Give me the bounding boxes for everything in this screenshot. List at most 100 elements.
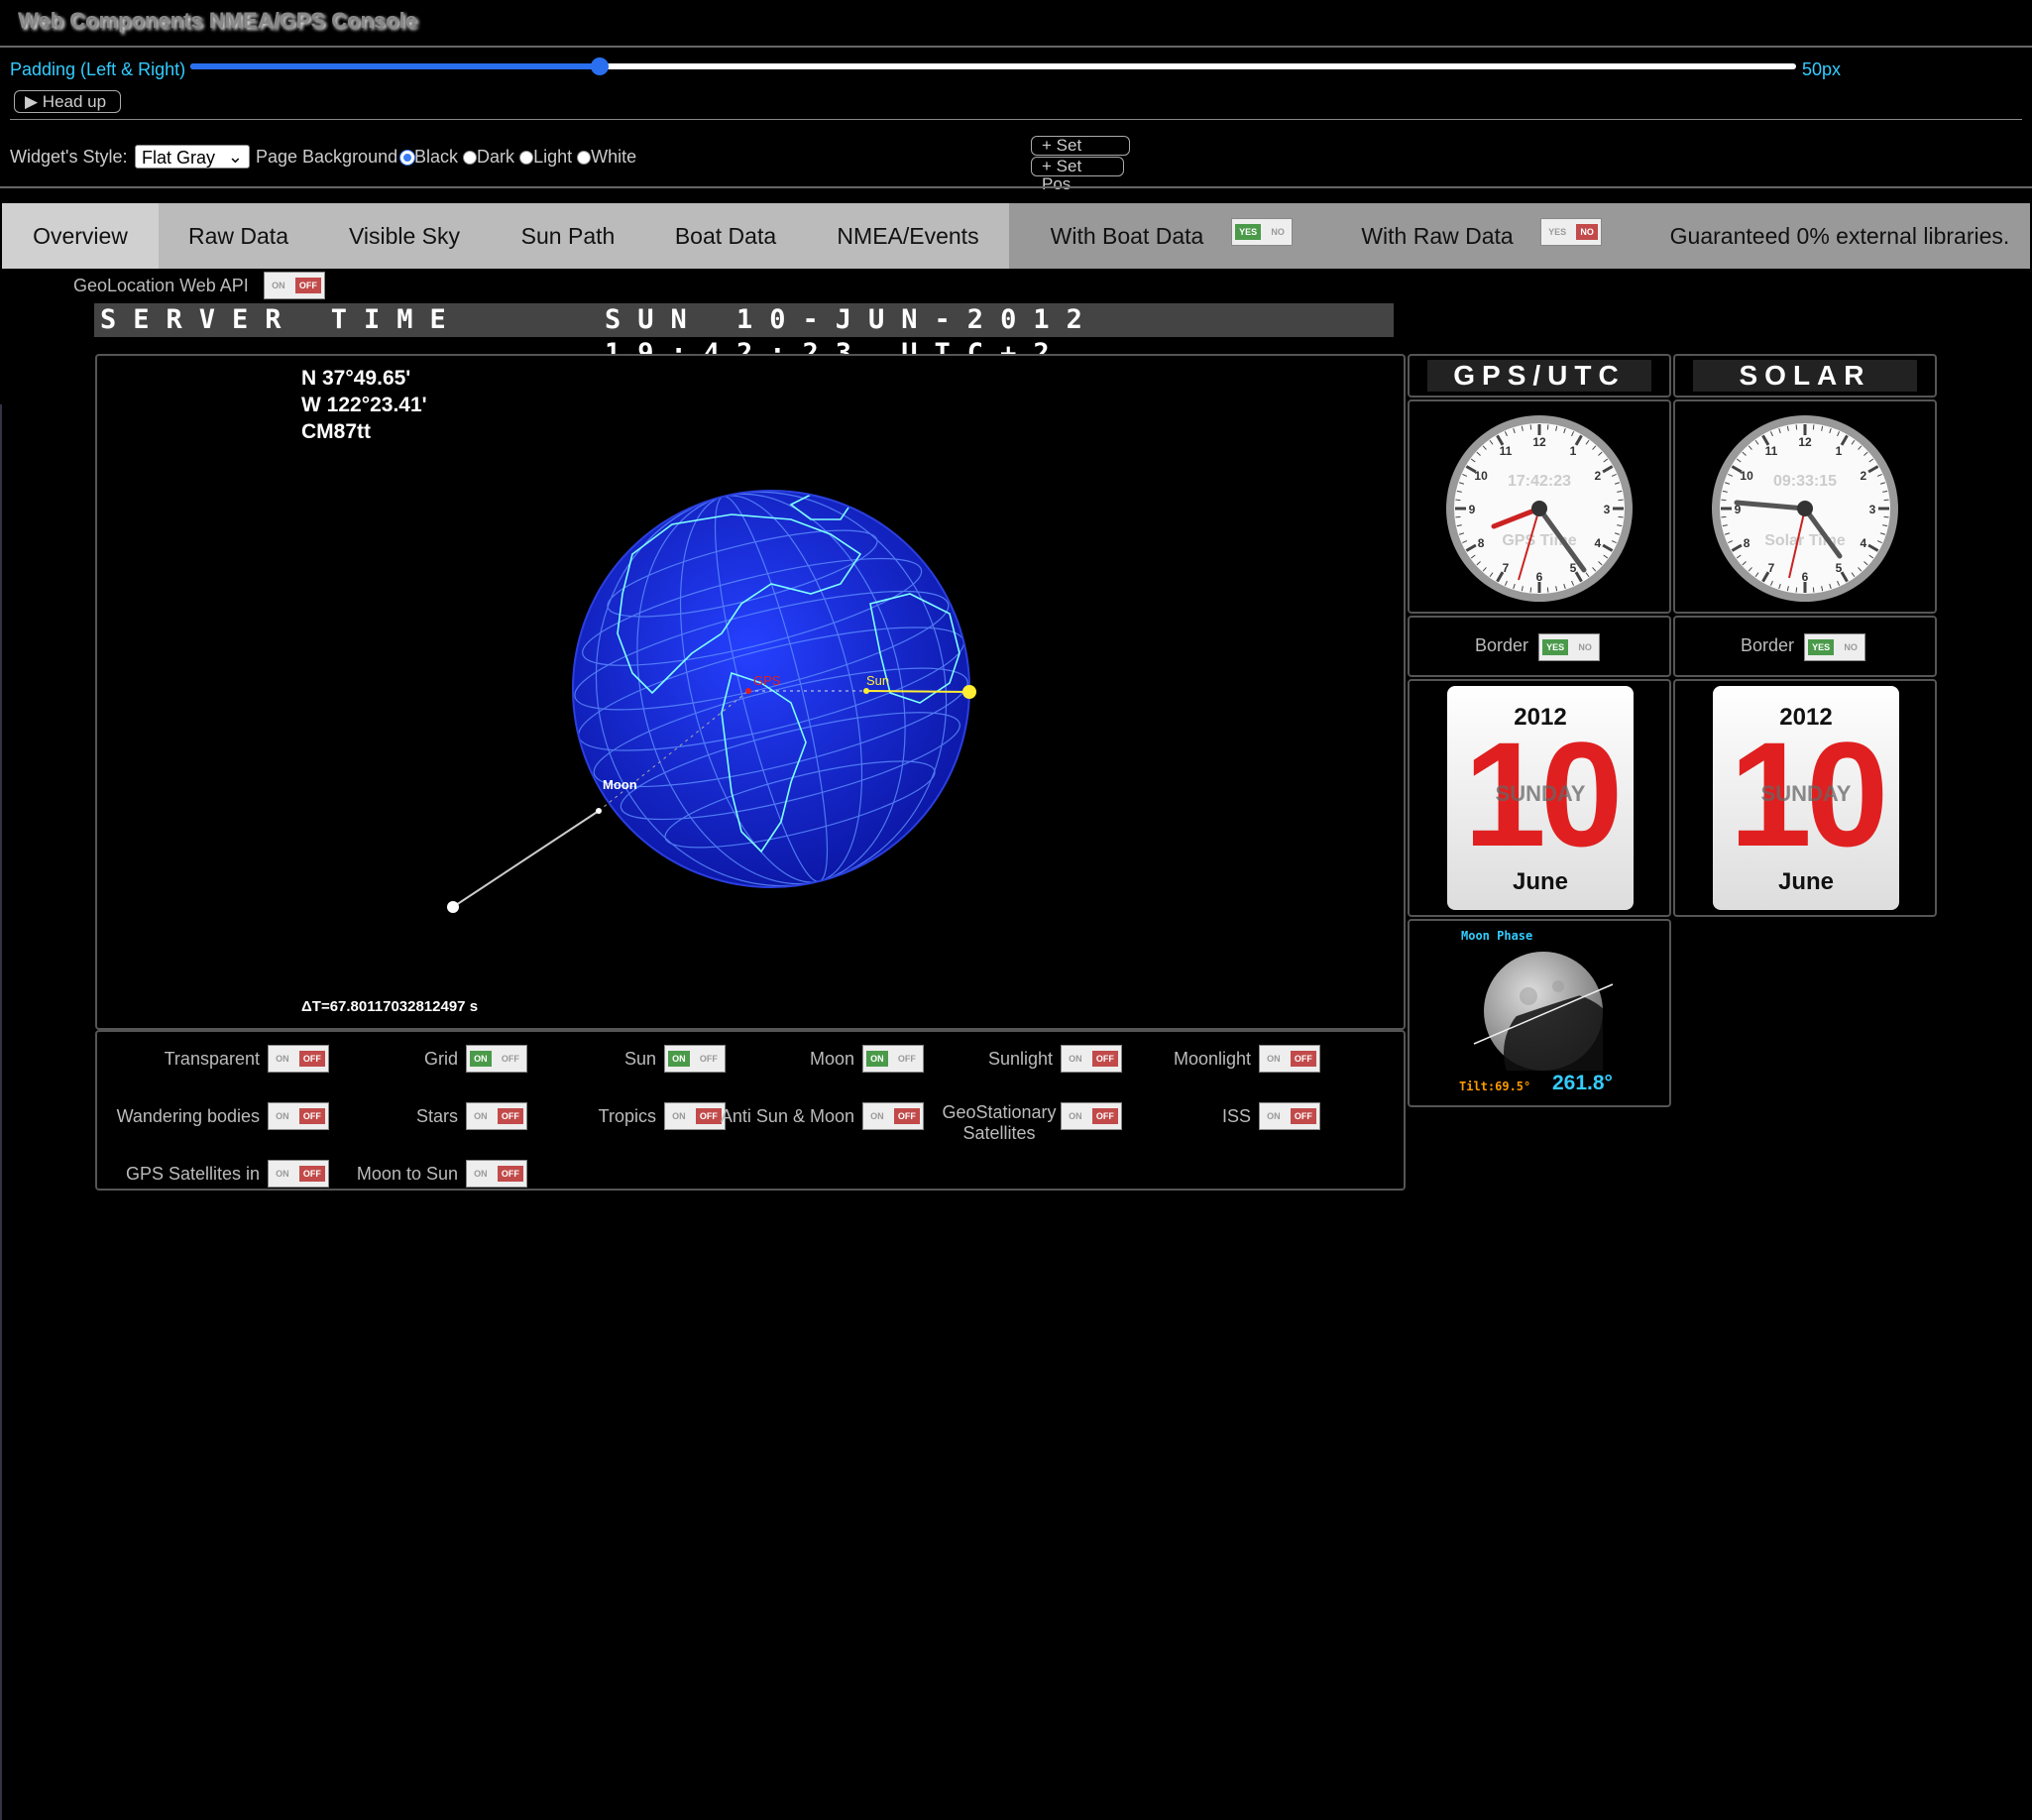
option-toggle[interactable]: ON OFF: [466, 1160, 527, 1188]
calendar-month: June: [1777, 868, 1834, 895]
solar-title: SOLAR: [1693, 360, 1917, 392]
divider: [10, 119, 2022, 120]
solar-header-panel: SOLAR: [1673, 354, 1937, 398]
option-label: GPS Satellites in: [125, 1164, 260, 1184]
option-toggle[interactable]: ON OFF: [862, 1102, 924, 1130]
gps-calendar: 2012 10 SUNDAY June: [1447, 686, 1634, 910]
tab-nmea-events[interactable]: NMEA/Events: [823, 203, 993, 269]
option-toggle[interactable]: ON OFF: [1259, 1102, 1320, 1130]
toggle-off: OFF: [294, 278, 321, 293]
toggle-no: NO: [1576, 224, 1598, 240]
radio-white[interactable]: [577, 151, 592, 166]
option-label: Stars: [415, 1106, 458, 1126]
tab-sun-path[interactable]: Sun Path: [496, 203, 640, 269]
gps-point: [745, 688, 751, 694]
moon-phase-title: Moon Phase: [1461, 929, 1533, 943]
solar-clock-panel: 1 2 3 4 5 6 7 8 9 10 11 12 09:33:15 Solar Time: [1673, 399, 1937, 614]
moon-phase-angle: 261.8°: [1552, 1072, 1613, 1094]
guarantee-text: Guaranteed 0% external libraries.: [1669, 223, 2010, 249]
clock-hour-number: 2: [1595, 469, 1602, 483]
gps-utc-title: GPS/UTC: [1427, 360, 1651, 392]
widget-style-value: Flat Gray: [142, 148, 216, 168]
clock-hour-number: 6: [1536, 570, 1543, 584]
clock-tick: [1455, 515, 1461, 518]
toggle-off: OFF: [1290, 1108, 1316, 1124]
page-background-label: Page Background: [256, 147, 398, 167]
gps-label: GPS: [753, 673, 781, 688]
boat-data-toggle[interactable]: YES NO: [1231, 218, 1293, 246]
solar-border-label: Border: [1741, 635, 1795, 655]
clock-hour-number: 10: [1474, 469, 1488, 483]
toggle-yes: YES: [1542, 639, 1569, 655]
clock-tick: [1883, 499, 1889, 502]
delta-t: ΔT=67.80117032812497 s: [301, 998, 479, 1015]
clock-tick: [1618, 499, 1624, 502]
calendar-weekday: SUNDAY: [1760, 781, 1852, 806]
toggle-no: NO: [1844, 642, 1858, 652]
option-label: Moon to Sun: [356, 1164, 458, 1184]
tab-overview[interactable]: Overview: [2, 203, 159, 269]
tab-raw-data[interactable]: Raw Data: [167, 203, 310, 269]
set-pos-button[interactable]: + Set Pos: [1031, 157, 1124, 193]
toggle-on: ON: [474, 1169, 488, 1179]
gps-border-toggle[interactable]: YES NO: [1538, 633, 1600, 661]
divider: [0, 46, 2032, 48]
chevron-down-icon: ⌄: [227, 147, 243, 167]
clock-hour-number: 3: [1869, 503, 1876, 516]
clock-tick: [1721, 515, 1727, 518]
radio-black-label: Black: [414, 147, 459, 167]
toggle-on: ON: [1267, 1111, 1281, 1121]
padding-slider-fill: [190, 63, 601, 69]
sun-ground-point: [863, 688, 869, 694]
clock-hour-number: 12: [1798, 435, 1812, 449]
geolocation-toggle[interactable]: ON OFF: [264, 272, 325, 299]
clock-tick: [1529, 587, 1532, 593]
tab-boat-data[interactable]: Boat Data: [654, 203, 797, 269]
option-label: Moonlight: [1173, 1049, 1251, 1069]
option-label: ISS: [1221, 1106, 1251, 1126]
option-toggle[interactable]: ON OFF: [1259, 1045, 1320, 1073]
with-raw-data-label: With Raw Data: [1361, 223, 1514, 249]
clock-hour-number: 3: [1604, 503, 1611, 516]
app-title: Web Components NMEA/GPS Console: [18, 8, 417, 33]
clock-tick: [1529, 424, 1532, 430]
divider: [0, 186, 2032, 188]
sun-dot: [962, 685, 976, 699]
widget-style-select[interactable]: Flat Gray ⌄: [135, 145, 250, 169]
clock-tick: [1883, 515, 1889, 518]
padding-slider-thumb[interactable]: [591, 57, 610, 75]
padding-value: 50px: [1802, 59, 1842, 79]
clock-hour-number: 4: [1861, 536, 1867, 550]
radio-light[interactable]: [519, 151, 534, 166]
clock-tick: [1812, 587, 1815, 593]
moon-tilt: Tilt:69.5°: [1459, 1080, 1531, 1093]
option-label: Wandering bodies: [116, 1106, 260, 1126]
clock-hour-number: 12: [1532, 435, 1546, 449]
set-time-button[interactable]: + Set Time: [1031, 136, 1130, 172]
moon-vector: [452, 810, 600, 908]
tab-visible-sky[interactable]: Visible Sky: [332, 203, 477, 269]
server-time-value: SUN 10-JUN-2012 19:42:23 UTC+2: [575, 303, 1394, 369]
clock-hour-number: 1: [1836, 444, 1843, 458]
radio-white-label: White: [591, 147, 637, 167]
clock-tick: [1721, 499, 1727, 502]
gps-calendar-panel: 2012 10 SUNDAY June: [1408, 679, 1671, 917]
option-label: Sun: [623, 1049, 656, 1069]
moon-ground-point: [596, 808, 602, 814]
clock-hour-number: 11: [1500, 444, 1513, 458]
radio-dark[interactable]: [463, 151, 478, 166]
option-label: Grid: [423, 1049, 458, 1069]
solar-calendar: 2012 10 SUNDAY June: [1713, 686, 1899, 910]
toggle-on: ON: [272, 281, 285, 290]
with-boat-data-label: With Boat Data: [1050, 223, 1204, 249]
option-label: Sunlight: [987, 1049, 1053, 1069]
radio-light-label: Light: [533, 147, 573, 167]
radio-black[interactable]: [400, 151, 414, 166]
head-up-button[interactable]: ▶ Head up: [14, 90, 121, 113]
raw-data-toggle[interactable]: YES NO: [1540, 218, 1602, 246]
clock-hour-number: 8: [1478, 536, 1485, 550]
globe-panel: N 37°49.65' W 122°23.41' CM87tt GPS Sun …: [95, 354, 1406, 1030]
sun-vector: [865, 690, 970, 693]
clock-tick: [1618, 515, 1624, 518]
solar-border-toggle[interactable]: YES NO: [1804, 633, 1865, 661]
